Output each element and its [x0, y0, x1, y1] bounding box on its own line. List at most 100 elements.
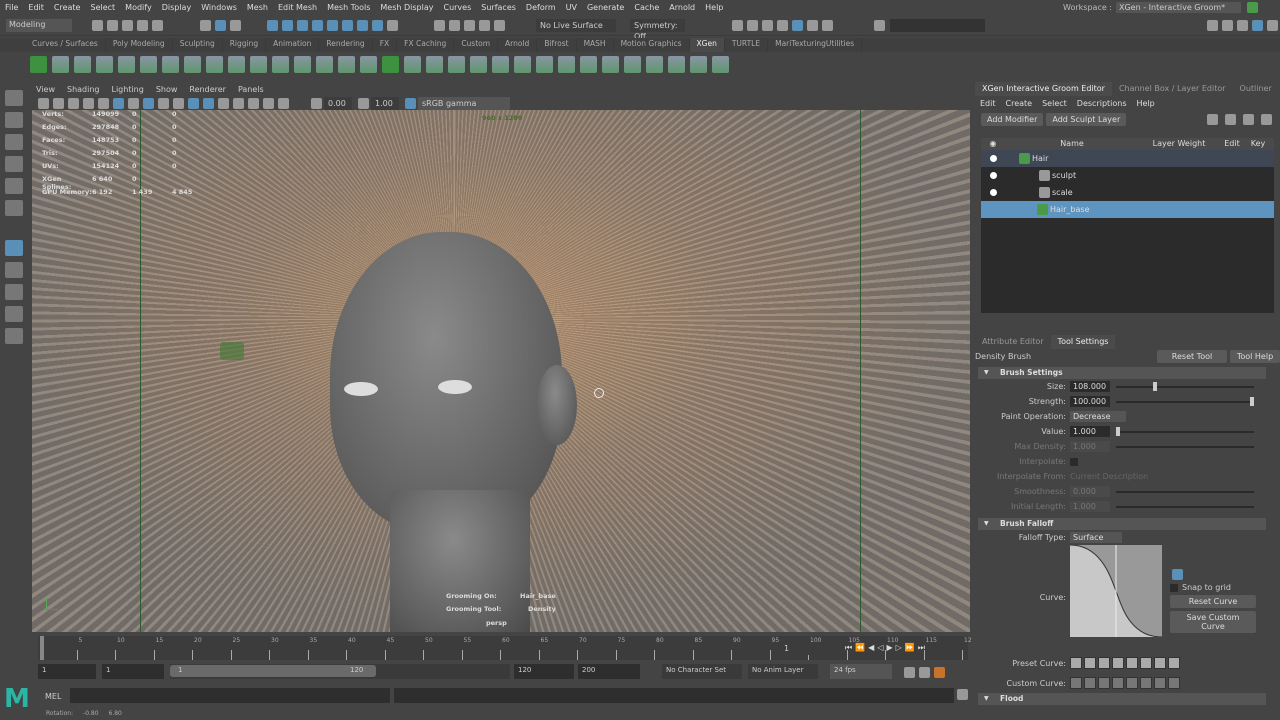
move-up-icon[interactable] [1207, 114, 1218, 125]
last-tool-icon[interactable] [5, 262, 23, 278]
xgen-shelf-tool-icon[interactable] [140, 55, 157, 73]
brush-settings-section[interactable]: Brush Settings [978, 367, 1266, 379]
image-plane-icon[interactable] [83, 98, 94, 109]
reset-curve-button[interactable]: Reset Curve [1170, 595, 1256, 608]
quick-input-field[interactable] [890, 19, 985, 32]
xgen-shelf-tool-icon[interactable] [580, 55, 597, 73]
viewport-menu-show[interactable]: Show [150, 85, 184, 97]
mel-label[interactable]: MEL [45, 692, 61, 701]
xgen-shelf-tool-icon[interactable] [294, 55, 311, 73]
anim-prefs-icon[interactable] [934, 667, 945, 678]
bookmark-icon[interactable] [68, 98, 79, 109]
preset-curve-button[interactable] [1112, 657, 1124, 669]
color-space-dropdown[interactable]: sRGB gamma [418, 97, 510, 110]
preset-curve-button[interactable] [1126, 657, 1138, 669]
shelf-tab-sculpting[interactable]: Sculpting [173, 38, 223, 52]
reset-tool-button[interactable]: Reset Tool [1157, 349, 1227, 363]
custom-curve-button[interactable] [1140, 677, 1152, 689]
xgen-shelf-tool-icon[interactable] [602, 55, 619, 73]
menu-create[interactable]: Create [49, 3, 86, 12]
xgen-shelf-tool-icon[interactable] [624, 55, 641, 73]
flood-section[interactable]: Flood [978, 693, 1266, 705]
exposure-field[interactable]: 0.00 [324, 97, 352, 110]
go-to-start-icon[interactable]: ⏮ [845, 643, 855, 652]
preset-curve-button[interactable] [1140, 657, 1152, 669]
paint-select-icon[interactable] [5, 134, 23, 150]
xgen-shelf-tool-icon[interactable] [118, 55, 135, 73]
add-sculpt-layer-button[interactable]: Add Sculpt Layer [1046, 113, 1127, 126]
xgen-shelf-tool-icon[interactable] [250, 55, 267, 73]
shelf-tab-mash[interactable]: MASH [577, 38, 614, 52]
tab-attribute-editor[interactable]: Attribute Editor [975, 335, 1051, 349]
xgen-shelf-tool-icon[interactable] [404, 55, 421, 73]
save-custom-curve-button[interactable]: Save Custom Curve [1170, 611, 1256, 633]
table-row[interactable]: Hair_base [981, 201, 1274, 218]
custom-curve-button[interactable] [1070, 677, 1082, 689]
mode-dropdown[interactable]: Modeling [6, 19, 72, 32]
size-slider[interactable] [1116, 381, 1254, 391]
end-frame-field[interactable]: 200 [578, 664, 640, 679]
undo-icon[interactable] [137, 20, 148, 31]
attribute-editor-icon[interactable] [1237, 20, 1248, 31]
visibility-toggle[interactable] [990, 155, 997, 162]
outliner-layout-icon[interactable] [5, 328, 23, 344]
snap-to-grid-checkbox[interactable] [1170, 583, 1178, 592]
table-row[interactable]: Hair [981, 150, 1274, 167]
move-tool-icon[interactable] [5, 156, 23, 172]
camera-attr-icon[interactable] [53, 98, 64, 109]
mask-dynamics-icon[interactable] [342, 20, 353, 31]
render-settings-icon[interactable] [762, 20, 773, 31]
smooth-shade-icon[interactable] [128, 98, 139, 109]
gamma-icon[interactable] [358, 98, 369, 109]
shelf-tab-motion-graphics[interactable]: Motion Graphics [614, 38, 690, 52]
groom-menu-help[interactable]: Help [1132, 99, 1160, 108]
color-management-icon[interactable] [405, 98, 416, 109]
human-ik-icon[interactable] [1222, 20, 1233, 31]
pause-icon[interactable] [822, 20, 833, 31]
live-surface-field[interactable]: No Live Surface [536, 19, 616, 32]
preset-curve-button[interactable] [1168, 657, 1180, 669]
value-slider[interactable] [1116, 426, 1254, 436]
xgen-shelf-tool-icon[interactable] [558, 55, 575, 73]
scale-tool-icon[interactable] [5, 200, 23, 216]
shelf-tab-bifrost[interactable]: Bifrost [537, 38, 577, 52]
render-icon[interactable] [732, 20, 743, 31]
symmetry-dropdown[interactable]: Symmetry: Off [630, 19, 685, 41]
character-set-dropdown[interactable]: No Character Set [662, 664, 742, 679]
xgen-shelf-tool-icon[interactable] [338, 55, 355, 73]
new-folder-icon[interactable] [1243, 114, 1254, 125]
xgen-shelf-tool-icon[interactable] [426, 55, 443, 73]
new-scene-icon[interactable] [92, 20, 103, 31]
shelf-tab-rendering[interactable]: Rendering [319, 38, 373, 52]
viewport-menu-lighting[interactable]: Lighting [105, 85, 149, 97]
auto-key-icon[interactable] [919, 667, 930, 678]
start-frame-field[interactable]: 1 [38, 664, 96, 679]
xgen-shelf-tool-icon[interactable] [470, 55, 487, 73]
xgen-shelf-tool-icon[interactable] [492, 55, 509, 73]
custom-curve-button[interactable] [1126, 677, 1138, 689]
strength-slider[interactable] [1116, 396, 1254, 406]
lock-icon[interactable] [1247, 2, 1258, 13]
xgen-shelf-tool-icon[interactable] [162, 55, 179, 73]
xgen-shelf-tool-icon[interactable] [448, 55, 465, 73]
current-frame-field[interactable]: 1 [780, 642, 838, 655]
workspace-dropdown[interactable]: XGen - Interactive Groom* [1116, 2, 1241, 13]
range-slider[interactable]: 1 120 [170, 664, 510, 679]
menu-uv[interactable]: UV [561, 3, 582, 12]
mask-curves-icon[interactable] [297, 20, 308, 31]
falloff-type-dropdown[interactable]: Surface [1070, 532, 1122, 543]
lock-selection-icon[interactable] [387, 20, 398, 31]
xgen-shelf-tool-icon[interactable] [30, 55, 47, 73]
shelf-tab-arnold[interactable]: Arnold [498, 38, 538, 52]
add-modifier-button[interactable]: Add Modifier [981, 113, 1044, 126]
shelf-tab-rigging[interactable]: Rigging [223, 38, 267, 52]
menu-select[interactable]: Select [85, 3, 120, 12]
move-down-icon[interactable] [1225, 114, 1236, 125]
menu-mesh[interactable]: Mesh [242, 3, 273, 12]
viewport-menu-renderer[interactable]: Renderer [183, 85, 232, 97]
tool-settings-icon[interactable] [1252, 20, 1263, 31]
menu-arnold[interactable]: Arnold [664, 3, 700, 12]
command-input[interactable] [70, 688, 390, 703]
preset-curve-button[interactable] [1098, 657, 1110, 669]
custom-curve-button[interactable] [1084, 677, 1096, 689]
